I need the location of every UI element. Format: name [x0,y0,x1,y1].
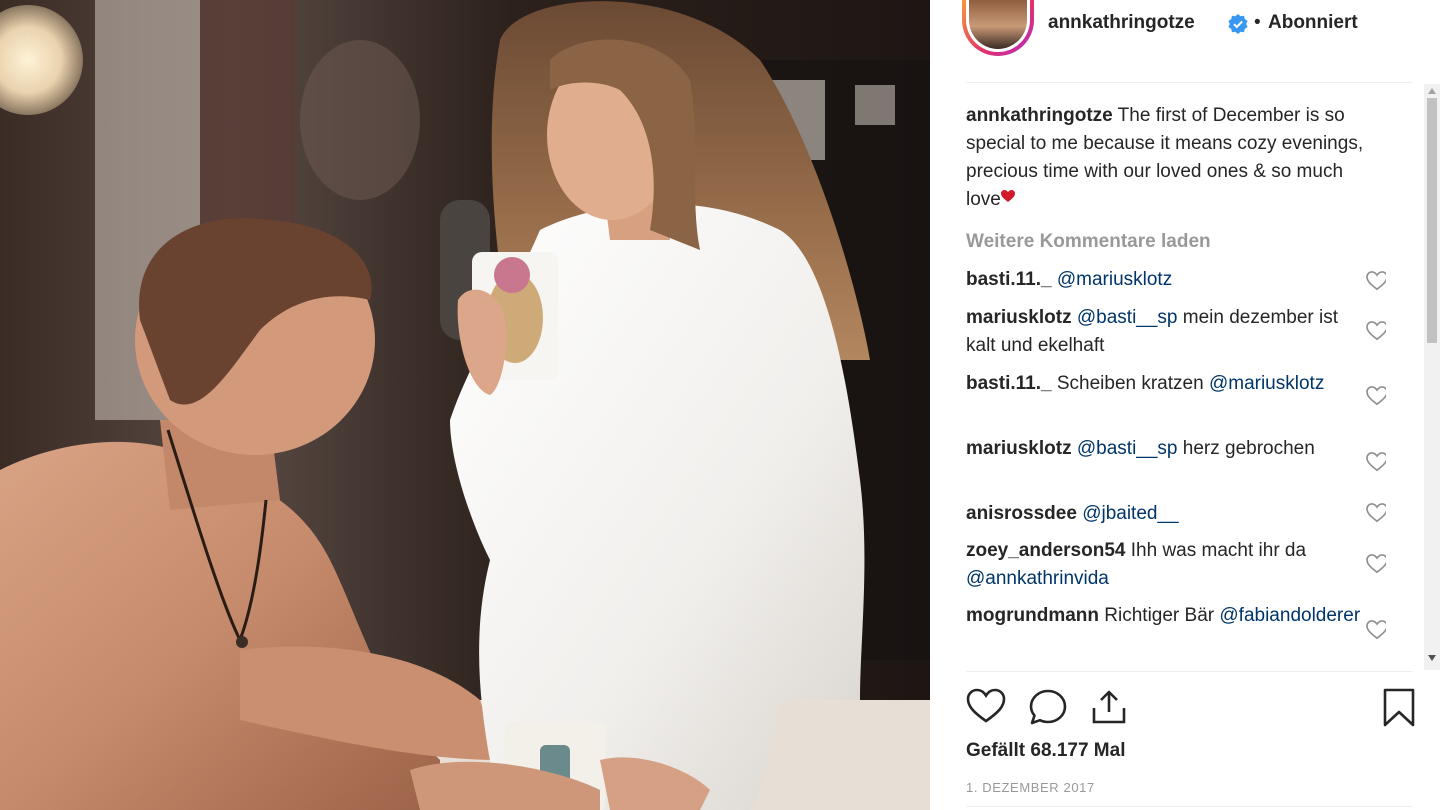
caption-username[interactable]: annkathringotze [966,105,1113,126]
scrollbar-thumb[interactable] [1427,98,1437,343]
comment-like-heart-icon[interactable] [1366,620,1386,640]
red-heart-emoji-icon [1000,190,1015,202]
comment-text: Scheiben kratzen [1056,373,1204,394]
comment-mention[interactable]: @fabiandolderer [1219,605,1360,626]
comment-item: mariusklotz @basti__sp mein dezember ist… [966,304,1366,360]
comment-username[interactable]: anisrossdee [966,503,1077,524]
load-more-comments-button[interactable]: Weitere Kommentare laden [966,228,1211,256]
post-header: annkathringotze • Abonniert [930,0,1440,83]
comment-item: basti.11._ @mariusklotz [966,266,1366,294]
comment-icon[interactable] [1028,688,1068,726]
divider [966,82,1412,83]
comment-item: zoey_anderson54 Ihh was macht ihr da @an… [966,537,1366,593]
post-caption: annkathringotze The first of December is… [966,102,1376,214]
comment-mention[interactable]: @basti__sp [1077,307,1178,328]
comment-username[interactable]: mogrundmann [966,605,1099,626]
like-heart-icon[interactable] [966,688,1006,724]
comment-username[interactable]: basti.11._ [966,269,1052,290]
comment-username[interactable]: mariusklotz [966,438,1072,459]
comment-item: anisrossdee @jbaited__ [966,500,1366,528]
bookmark-icon[interactable] [1382,688,1416,728]
scroll-down-arrow-icon[interactable] [1428,655,1436,661]
comment-like-heart-icon[interactable] [1366,452,1386,472]
post-sidebar: annkathringotze • Abonniert annkathringo… [930,0,1440,810]
comment-item: mogrundmann Richtiger Bär @fabiandoldere… [966,602,1366,630]
comment-mention[interactable]: @annkathrinvida [966,568,1109,589]
post-date[interactable]: 1. DEZEMBER 2017 [966,780,1095,795]
scroll-up-arrow-icon[interactable] [1428,88,1436,94]
divider [966,671,1412,672]
photo-illustration [0,0,930,810]
comment-item: mariusklotz @basti__sp herz gebrochen [966,435,1366,463]
comment-mention[interactable]: @basti__sp [1077,438,1178,459]
comment-username[interactable]: zoey_anderson54 [966,540,1125,561]
divider [966,806,1412,807]
verified-badge-icon [1228,14,1248,34]
comment-text: Ihh was macht ihr da [1130,540,1307,561]
comment-like-heart-icon[interactable] [1366,321,1386,341]
follow-button[interactable]: Abonniert [1268,12,1358,34]
likes-count[interactable]: Gefällt 68.177 Mal [966,740,1125,762]
comment-like-heart-icon[interactable] [1366,386,1386,406]
header-separator: • [1254,12,1261,33]
comment-text: herz gebrochen [1182,438,1315,459]
comment-mention[interactable]: @mariusklotz [1209,373,1324,394]
comment-like-heart-icon[interactable] [1366,554,1386,574]
avatar-image [969,0,1027,49]
comment-like-heart-icon[interactable] [1366,503,1386,523]
comment-text: Richtiger Bär [1104,605,1215,626]
comment-username[interactable]: mariusklotz [966,307,1072,328]
comment-mention[interactable]: @jbaited__ [1082,503,1178,524]
comment-username[interactable]: basti.11._ [966,373,1052,394]
comments-list[interactable]: annkathringotze The first of December is… [966,96,1386,671]
comment-item: basti.11._ Scheiben kratzen @mariusklotz [966,370,1366,398]
comment-like-heart-icon[interactable] [1366,271,1386,291]
header-username[interactable]: annkathringotze [1048,12,1195,34]
share-icon[interactable] [1090,688,1128,726]
post-photo[interactable] [0,0,930,810]
comment-mention[interactable]: @mariusklotz [1057,269,1172,290]
